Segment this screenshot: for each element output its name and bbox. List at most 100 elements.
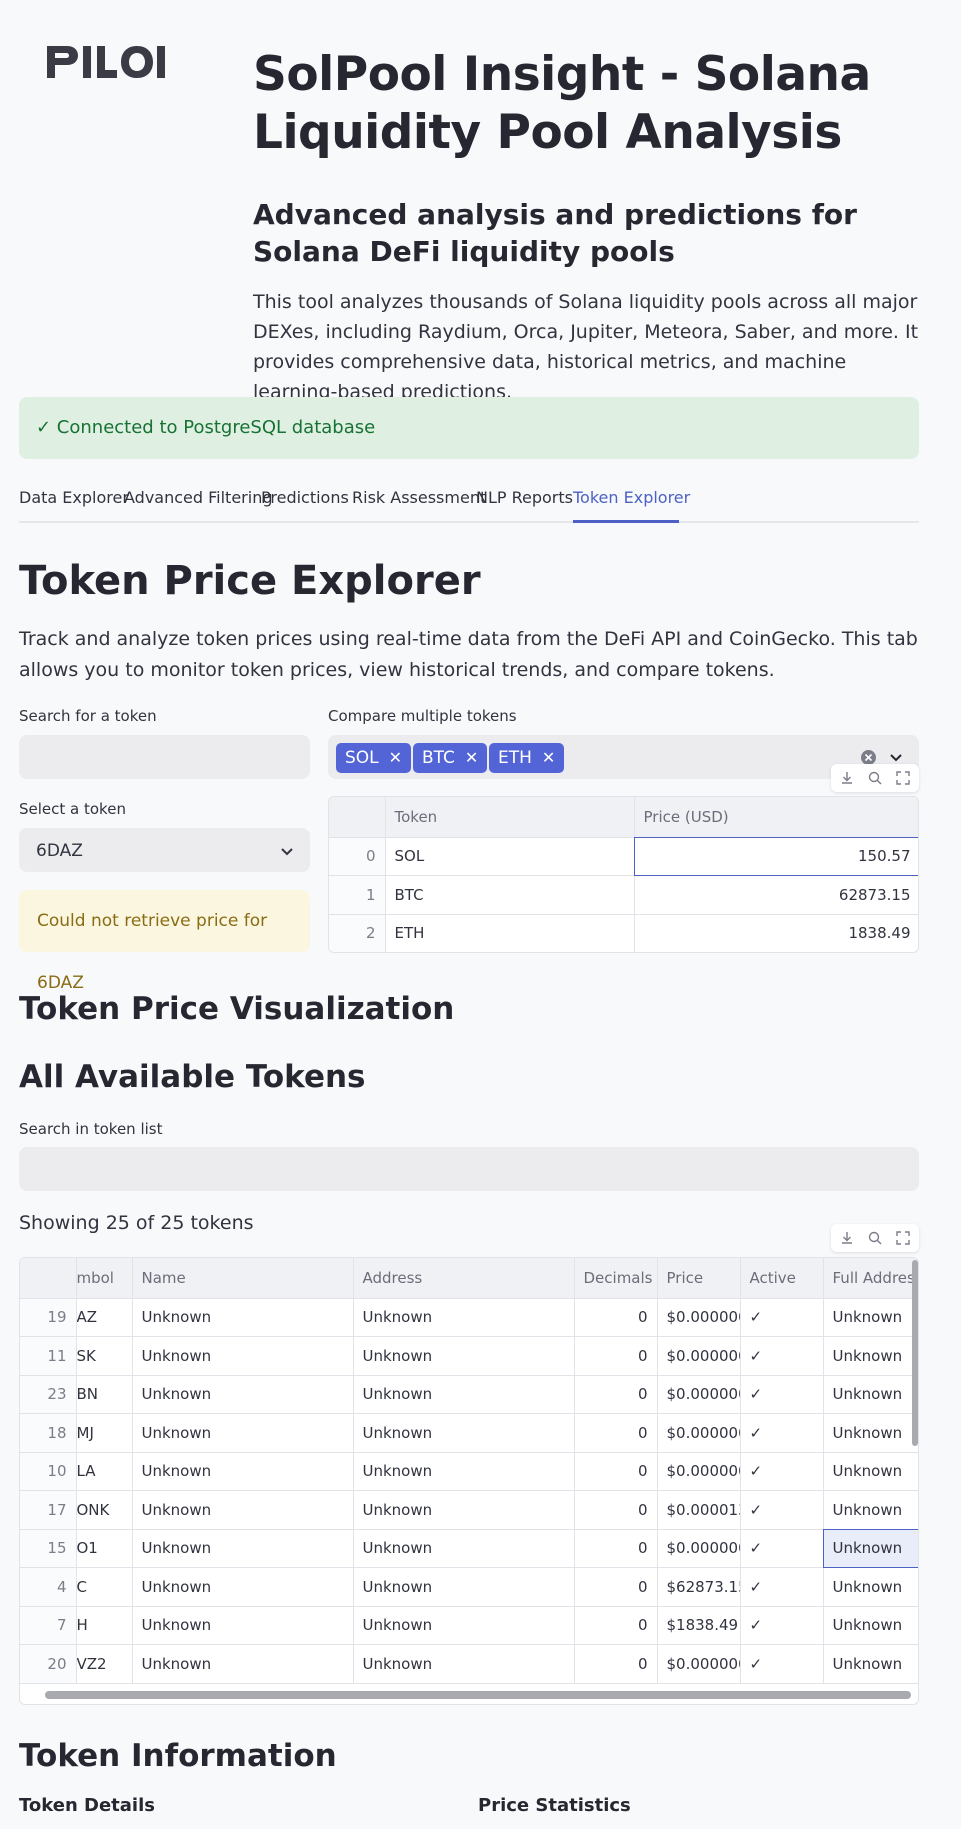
- token-chip[interactable]: BTC ✕: [413, 743, 488, 773]
- search-token-input[interactable]: [19, 735, 310, 779]
- table-cell[interactable]: Unknown: [353, 1606, 575, 1645]
- table-cell[interactable]: 0: [574, 1490, 658, 1530]
- table-cell[interactable]: 0: [574, 1452, 658, 1491]
- tab-data-explorer[interactable]: Data Explorer: [19, 488, 129, 507]
- column-header-address[interactable]: Address: [353, 1258, 575, 1299]
- table-cell[interactable]: ✓: [740, 1452, 824, 1491]
- fullscreen-icon[interactable]: [895, 770, 911, 786]
- select-token-dropdown[interactable]: 6DAZ: [19, 828, 310, 872]
- table-cell[interactable]: Unknown: [132, 1375, 354, 1414]
- column-header-price[interactable]: Price (USD): [634, 797, 918, 838]
- table-row[interactable]: 23 BN Unknown Unknown 0 $0.000000 ✓ Unknown: [20, 1375, 918, 1414]
- table-cell[interactable]: Unknown: [132, 1567, 354, 1607]
- table-cell[interactable]: LA: [76, 1452, 133, 1491]
- table-cell[interactable]: ✓: [740, 1606, 824, 1645]
- table-row[interactable]: 0 SOL 150.57: [329, 837, 918, 876]
- table-cell[interactable]: Unknown: [353, 1567, 575, 1607]
- table-cell[interactable]: Unknown: [823, 1452, 918, 1491]
- compare-price-table[interactable]: Token Price (USD) 0 SOL 150.57 1 BTC 628…: [328, 796, 919, 953]
- table-cell[interactable]: 0: [574, 1298, 658, 1337]
- vertical-scrollbar[interactable]: [912, 1260, 918, 1446]
- table-cell[interactable]: H: [76, 1606, 133, 1645]
- table-cell[interactable]: ONK: [76, 1490, 133, 1530]
- table-cell[interactable]: Unknown: [823, 1298, 918, 1337]
- column-header-token[interactable]: Token: [385, 797, 635, 838]
- table-cell[interactable]: $0.000000: [657, 1452, 741, 1491]
- download-icon[interactable]: [839, 1230, 855, 1246]
- table-cell[interactable]: C: [76, 1567, 133, 1607]
- table-cell[interactable]: $1838.49: [657, 1606, 741, 1645]
- close-icon[interactable]: ✕: [465, 748, 478, 767]
- table-cell[interactable]: Unknown: [132, 1644, 354, 1684]
- table-row[interactable]: 19 AZ Unknown Unknown 0 $0.000000 ✓ Unknown: [20, 1298, 918, 1337]
- fullscreen-icon[interactable]: [895, 1230, 911, 1246]
- table-row[interactable]: 11 SK Unknown Unknown 0 $0.000000 ✓ Unknown: [20, 1336, 918, 1376]
- download-icon[interactable]: [839, 770, 855, 786]
- table-cell[interactable]: Unknown: [823, 1375, 918, 1414]
- table-cell[interactable]: Unknown: [353, 1336, 575, 1376]
- table-cell[interactable]: Unknown: [353, 1490, 575, 1530]
- table-cell[interactable]: Unknown: [823, 1529, 918, 1568]
- table-cell[interactable]: Unknown: [823, 1644, 918, 1684]
- table-row[interactable]: 18 MJ Unknown Unknown 0 $0.000000 ✓ Unknown: [20, 1413, 918, 1453]
- column-header-full-address[interactable]: Full Address: [823, 1258, 918, 1299]
- table-cell[interactable]: Unknown: [823, 1606, 918, 1645]
- column-header-price[interactable]: Price: [657, 1258, 741, 1299]
- table-cell[interactable]: SK: [76, 1336, 133, 1376]
- table-cell[interactable]: $0.000013: [657, 1490, 741, 1530]
- tab-predictions[interactable]: Predictions: [261, 488, 349, 507]
- table-cell[interactable]: Unknown: [823, 1336, 918, 1376]
- table-cell[interactable]: 0: [574, 1567, 658, 1607]
- table-cell[interactable]: BN: [76, 1375, 133, 1414]
- table-cell[interactable]: $0.000000: [657, 1298, 741, 1337]
- table-cell[interactable]: 0: [574, 1606, 658, 1645]
- table-cell[interactable]: Unknown: [353, 1298, 575, 1337]
- tab-nlp-reports[interactable]: NLP Reports: [476, 488, 573, 507]
- table-cell[interactable]: Unknown: [353, 1375, 575, 1414]
- table-cell[interactable]: $0.000000: [657, 1644, 741, 1684]
- table-cell[interactable]: VZ2: [76, 1644, 133, 1684]
- table-cell[interactable]: Unknown: [353, 1452, 575, 1491]
- table-cell[interactable]: $62873.15: [657, 1567, 741, 1607]
- tab-token-explorer[interactable]: Token Explorer: [573, 488, 690, 507]
- table-row[interactable]: 2 ETH 1838.49: [329, 914, 918, 952]
- table-cell[interactable]: $0.000000: [657, 1529, 741, 1568]
- table-cell[interactable]: ✓: [740, 1298, 824, 1337]
- table-cell[interactable]: 0: [574, 1413, 658, 1453]
- table-cell[interactable]: 0: [574, 1375, 658, 1414]
- table-row[interactable]: 10 LA Unknown Unknown 0 $0.000000 ✓ Unknown: [20, 1452, 918, 1491]
- table-cell[interactable]: ✓: [740, 1336, 824, 1376]
- horizontal-scrollbar[interactable]: [45, 1691, 911, 1699]
- table-cell[interactable]: Unknown: [353, 1529, 575, 1568]
- table-cell[interactable]: Unknown: [823, 1413, 918, 1453]
- table-cell[interactable]: MJ: [76, 1413, 133, 1453]
- table-cell[interactable]: Unknown: [823, 1490, 918, 1530]
- table-cell[interactable]: ✓: [740, 1567, 824, 1607]
- table-cell[interactable]: Unknown: [353, 1413, 575, 1453]
- table-cell[interactable]: ✓: [740, 1644, 824, 1684]
- table-row[interactable]: 20 VZ2 Unknown Unknown 0 $0.000000 ✓ Unknown: [20, 1644, 918, 1684]
- column-header-name[interactable]: Name: [132, 1258, 354, 1299]
- tab-advanced-filtering[interactable]: Advanced Filtering: [124, 488, 272, 507]
- table-cell[interactable]: Unknown: [132, 1298, 354, 1337]
- table-row[interactable]: 1 BTC 62873.15: [329, 875, 918, 915]
- table-row[interactable]: 17 ONK Unknown Unknown 0 $0.000013 ✓ Unknown: [20, 1490, 918, 1530]
- table-cell[interactable]: Unknown: [132, 1529, 354, 1568]
- table-cell[interactable]: Unknown: [132, 1452, 354, 1491]
- search-icon[interactable]: [867, 770, 883, 786]
- table-cell[interactable]: 0: [574, 1529, 658, 1568]
- table-cell[interactable]: Unknown: [132, 1336, 354, 1376]
- clear-icon[interactable]: [861, 750, 876, 765]
- token-chip[interactable]: SOL ✕: [336, 743, 412, 773]
- table-cell[interactable]: AZ: [76, 1298, 133, 1337]
- column-header-active[interactable]: Active: [740, 1258, 824, 1299]
- table-cell[interactable]: Unknown: [823, 1567, 918, 1607]
- table-cell[interactable]: ✓: [740, 1375, 824, 1414]
- table-cell[interactable]: Unknown: [132, 1490, 354, 1530]
- close-icon[interactable]: ✕: [542, 748, 555, 767]
- table-cell[interactable]: Unknown: [132, 1413, 354, 1453]
- table-cell[interactable]: $0.000000: [657, 1413, 741, 1453]
- tab-risk-assessment[interactable]: Risk Assessment: [352, 488, 486, 507]
- table-row[interactable]: 7 H Unknown Unknown 0 $1838.49 ✓ Unknown: [20, 1606, 918, 1645]
- table-cell[interactable]: 0: [574, 1336, 658, 1376]
